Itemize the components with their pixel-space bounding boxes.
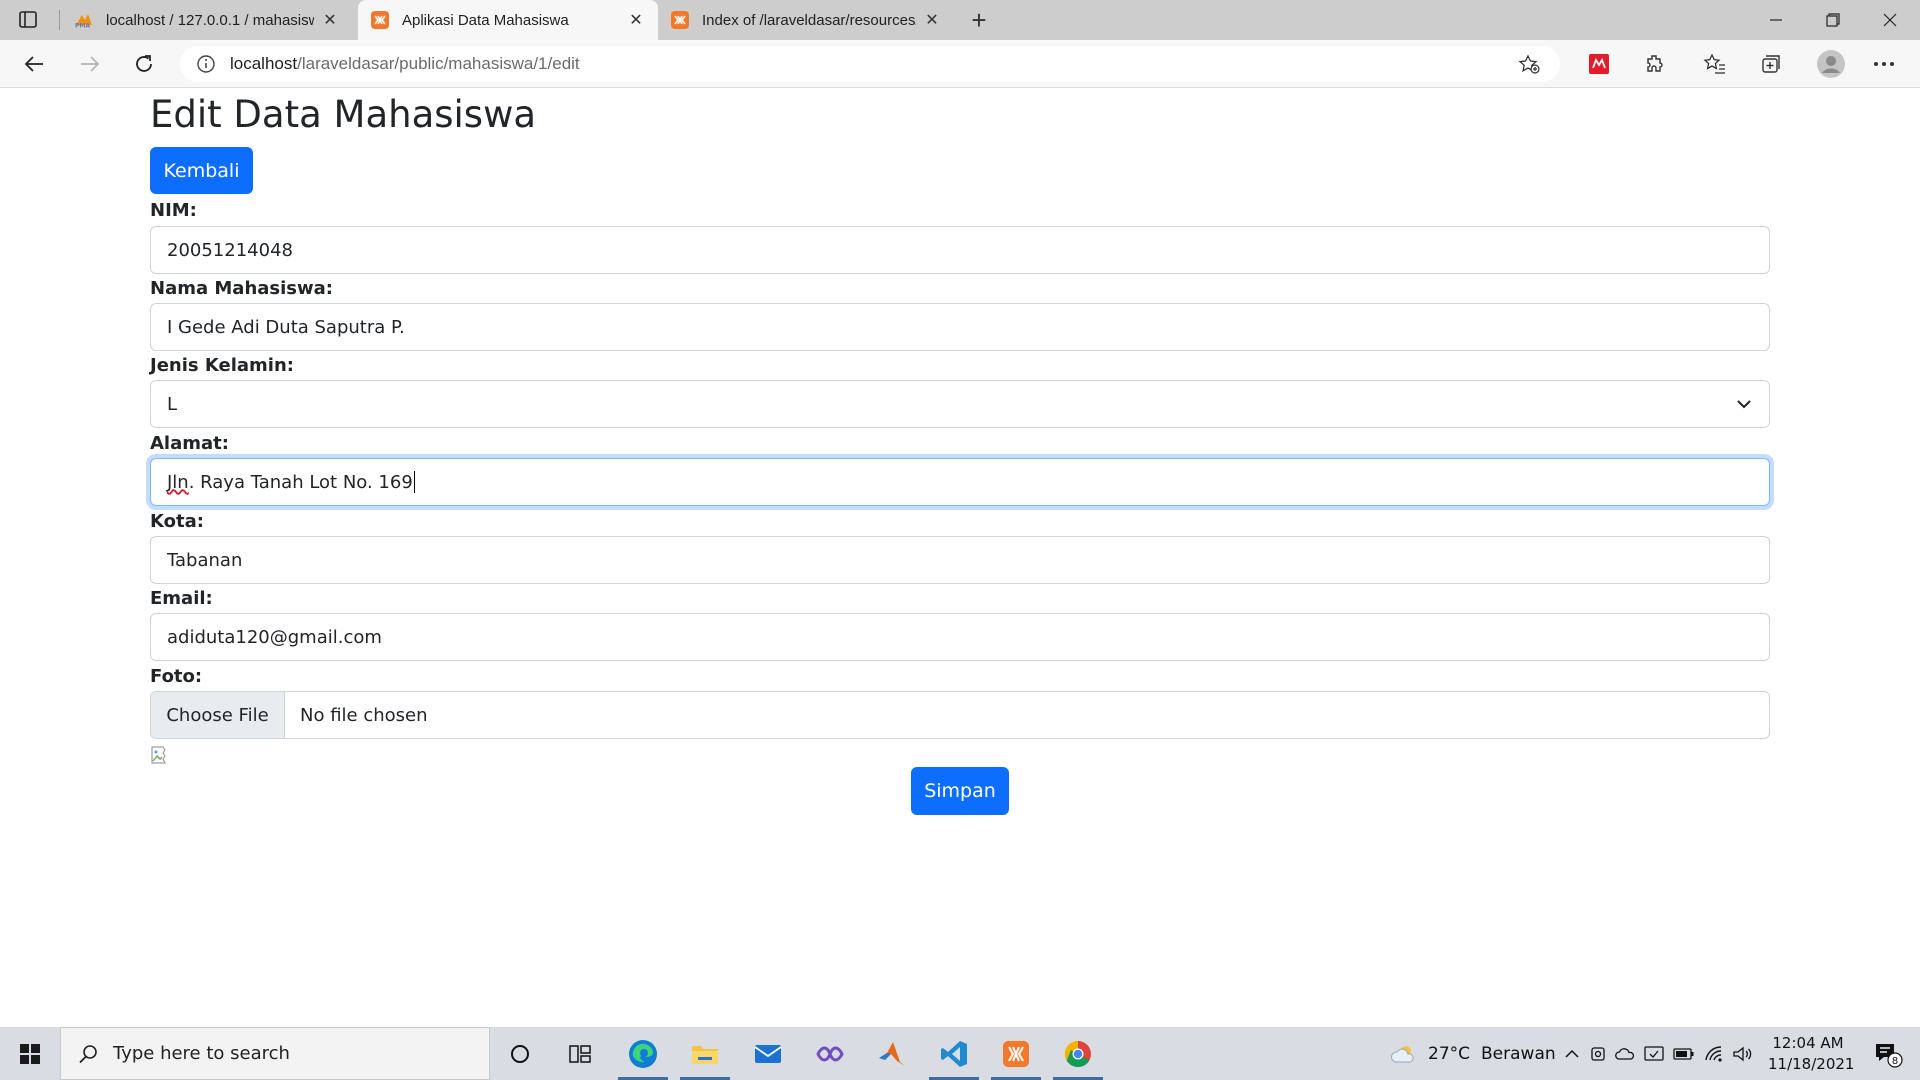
svg-text:PMA: PMA bbox=[75, 23, 90, 29]
forward-icon[interactable] bbox=[74, 48, 106, 80]
chevron-down-icon bbox=[1735, 395, 1753, 413]
address-bar[interactable]: localhost/laraveldasar/public/mahasiswa/… bbox=[180, 46, 1560, 82]
battery-icon[interactable] bbox=[1673, 1047, 1695, 1061]
browser-toolbar: localhost/laraveldasar/public/mahasiswa/… bbox=[0, 40, 1920, 88]
search-icon bbox=[77, 1043, 99, 1065]
jenis-kelamin-label: Jenis Kelamin: bbox=[150, 355, 294, 376]
email-label: Email: bbox=[150, 588, 213, 609]
weather-description: Berawan bbox=[1481, 1043, 1556, 1064]
security-center-icon[interactable] bbox=[1644, 1045, 1664, 1063]
taskbar-search-box[interactable]: Type here to search bbox=[60, 1027, 490, 1080]
page-viewport: Edit Data Mahasiswa Kembali NIM: 2005121… bbox=[0, 89, 1920, 1027]
broken-image-icon bbox=[150, 745, 170, 765]
email-input[interactable]: adiduta120@gmail.com bbox=[150, 613, 1770, 661]
alamat-value-rest: . Raya Tanah Lot No. 169 bbox=[188, 471, 413, 493]
tab-separator bbox=[59, 10, 60, 30]
file-explorer-icon[interactable] bbox=[674, 1027, 736, 1080]
alamat-input[interactable]: Jln. Raya Tanah Lot No. 169 bbox=[150, 458, 1770, 506]
back-icon[interactable] bbox=[18, 48, 50, 80]
site-info-icon[interactable] bbox=[196, 54, 216, 74]
edge-browser-icon[interactable] bbox=[612, 1027, 674, 1080]
url-host: localhost bbox=[230, 54, 298, 73]
kota-input[interactable]: Tabanan bbox=[150, 536, 1770, 584]
profile-avatar-icon[interactable] bbox=[1815, 48, 1847, 80]
weather-temperature: 27°C bbox=[1428, 1043, 1471, 1064]
page-title: Edit Data Mahasiswa bbox=[150, 93, 537, 136]
jenis-kelamin-select[interactable]: L bbox=[150, 380, 1770, 428]
vscode-icon[interactable] bbox=[923, 1027, 985, 1080]
kota-label: Kota: bbox=[150, 511, 204, 532]
visual-studio-icon[interactable] bbox=[799, 1027, 861, 1080]
file-status-text: No file chosen bbox=[300, 704, 428, 726]
alamat-label: Alamat: bbox=[150, 433, 229, 454]
tray-icons bbox=[1564, 1027, 1752, 1080]
back-button[interactable]: Kembali bbox=[150, 147, 253, 194]
xampp-icon[interactable] bbox=[985, 1027, 1047, 1080]
onedrive-cloud-icon[interactable] bbox=[1615, 1046, 1635, 1062]
phpmyadmin-icon: PMA bbox=[74, 10, 94, 30]
kota-value: Tabanan bbox=[167, 549, 243, 571]
foto-label: Foto: bbox=[150, 666, 203, 687]
extensions-icon[interactable] bbox=[1643, 52, 1667, 76]
more-options-icon[interactable] bbox=[1872, 52, 1896, 76]
nim-input[interactable]: 20051214048 bbox=[150, 226, 1770, 274]
laravel-icon bbox=[370, 10, 390, 30]
nama-input[interactable]: I Gede Adi Duta Saputra P. bbox=[150, 303, 1770, 351]
close-tab-icon[interactable]: ✕ bbox=[626, 10, 646, 30]
clock-date: 11/18/2021 bbox=[1768, 1055, 1855, 1073]
nama-label: Nama Mahasiswa: bbox=[150, 278, 333, 299]
alamat-value: Jln. Raya Tanah Lot No. 169 bbox=[167, 472, 413, 493]
text-cursor bbox=[413, 471, 415, 493]
cortana-icon[interactable] bbox=[489, 1027, 551, 1080]
weather-widget[interactable]: 27°C Berawan bbox=[1390, 1027, 1556, 1080]
volume-icon[interactable] bbox=[1732, 1045, 1752, 1063]
notification-center-icon[interactable]: 8 bbox=[1868, 1027, 1908, 1080]
tab-title: localhost / 127.0.0.1 / mahasiswa bbox=[106, 11, 314, 29]
close-tab-icon[interactable]: ✕ bbox=[922, 10, 942, 30]
favorites-icon[interactable] bbox=[1703, 52, 1727, 76]
laravel-icon bbox=[670, 10, 690, 30]
browser-tab-bar: PMA localhost / 127.0.0.1 / mahasiswa ✕ … bbox=[0, 0, 1920, 40]
search-placeholder: Type here to search bbox=[113, 1043, 290, 1064]
new-tab-icon[interactable]: + bbox=[965, 5, 993, 35]
tab-actions-icon[interactable] bbox=[18, 10, 40, 30]
chrome-icon[interactable] bbox=[1047, 1027, 1109, 1080]
alamat-value-prefix: Jln bbox=[167, 471, 189, 493]
task-view-icon[interactable] bbox=[549, 1027, 611, 1080]
restore-icon[interactable] bbox=[1805, 0, 1861, 40]
nama-value: I Gede Adi Duta Saputra P. bbox=[167, 316, 405, 338]
taskbar-clock[interactable]: 12:04 AM 11/18/2021 bbox=[1768, 1033, 1855, 1075]
url-text: localhost/laraveldasar/public/mahasiswa/… bbox=[230, 54, 580, 74]
tab-title: Aplikasi Data Mahasiswa bbox=[402, 11, 569, 29]
tab-title: Index of /laraveldasar/resources/ bbox=[702, 11, 916, 29]
email-value: adiduta120@gmail.com bbox=[167, 626, 382, 648]
minimize-icon[interactable] bbox=[1748, 0, 1804, 40]
collections-icon[interactable] bbox=[1759, 52, 1783, 76]
tab-phpmyadmin[interactable]: PMA localhost / 127.0.0.1 / mahasiswa ✕ bbox=[62, 0, 352, 40]
add-favorite-icon[interactable] bbox=[1518, 54, 1540, 74]
refresh-icon[interactable] bbox=[128, 48, 160, 80]
windows-taskbar: Type here to search 27°C Berawan 12:04 A… bbox=[0, 1027, 1920, 1080]
wifi-icon[interactable] bbox=[1704, 1045, 1724, 1063]
tab-aplikasi-data-mahasiswa[interactable]: Aplikasi Data Mahasiswa ✕ bbox=[358, 0, 658, 40]
clock-time: 12:04 AM bbox=[1772, 1034, 1844, 1052]
save-button[interactable]: Simpan bbox=[911, 767, 1009, 815]
extension-red-icon[interactable] bbox=[1587, 52, 1611, 76]
choose-file-button[interactable]: Choose File bbox=[151, 692, 285, 738]
show-hidden-icons-chevron-up-icon[interactable] bbox=[1564, 1046, 1580, 1062]
nim-value: 20051214048 bbox=[167, 239, 293, 261]
close-window-icon[interactable] bbox=[1862, 0, 1918, 40]
matlab-icon[interactable] bbox=[861, 1027, 923, 1080]
notification-count: 8 bbox=[1892, 1056, 1898, 1067]
url-path: /laraveldasar/public/mahasiswa/1/edit bbox=[297, 54, 580, 73]
foto-file-input[interactable]: Choose File No file chosen bbox=[150, 691, 1770, 739]
mail-icon[interactable] bbox=[737, 1027, 799, 1080]
windows-start-icon[interactable] bbox=[0, 1027, 60, 1080]
cloudy-weather-icon bbox=[1390, 1043, 1418, 1065]
meet-now-icon[interactable] bbox=[1590, 1045, 1606, 1063]
close-tab-icon[interactable]: ✕ bbox=[320, 10, 340, 30]
tab-index-resources[interactable]: Index of /laraveldasar/resources/ ✕ bbox=[658, 0, 954, 40]
jenis-kelamin-value: L bbox=[167, 393, 178, 415]
nim-label: NIM: bbox=[150, 200, 197, 221]
